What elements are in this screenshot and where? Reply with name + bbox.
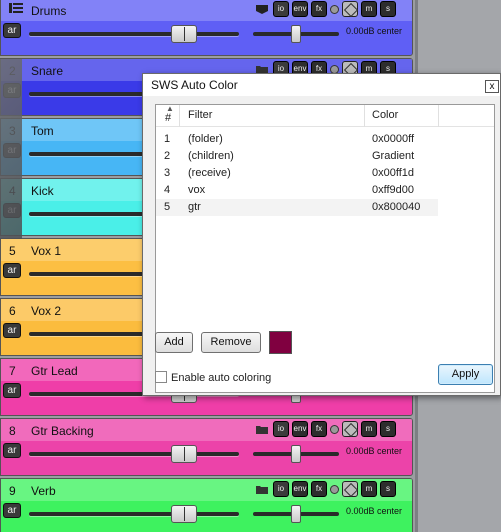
volume-fader-knob[interactable]: [170, 25, 197, 43]
filter-row[interactable]: 4 vox 0xff9d00: [156, 182, 438, 199]
mute-button[interactable]: m: [361, 421, 377, 437]
volume-pan-readout: 0.00dB center: [346, 446, 403, 456]
track-name[interactable]: Drums: [31, 4, 66, 18]
phase-invert-button[interactable]: [342, 481, 358, 497]
folder-state-icon[interactable]: [255, 3, 269, 15]
volume-fader[interactable]: [29, 25, 239, 43]
row-color: 0x800040: [372, 201, 421, 213]
pan-knob[interactable]: [291, 25, 301, 43]
track-8[interactable]: 8 Gtr Backing ar 0.00dB center io env fx m s: [0, 418, 413, 476]
track-name[interactable]: Vox 2: [31, 304, 61, 318]
phase-invert-button[interactable]: [342, 1, 358, 17]
track-number: 5: [9, 244, 16, 258]
dialog-titlebar[interactable]: SWS Auto Color x: [143, 74, 500, 96]
automation-arm-button[interactable]: ar: [3, 503, 21, 518]
automation-arm-button[interactable]: ar: [3, 23, 21, 38]
track-name[interactable]: Gtr Backing: [31, 424, 94, 438]
track-name[interactable]: Kick: [31, 184, 54, 198]
filter-row[interactable]: 5 gtr 0x800040: [156, 199, 438, 216]
envelope-button[interactable]: env: [292, 481, 308, 497]
row-number: 5: [164, 201, 171, 213]
envelope-button[interactable]: env: [292, 421, 308, 437]
volume-fader-knob[interactable]: [170, 445, 197, 463]
solo-button[interactable]: s: [380, 481, 396, 497]
enable-auto-coloring-label[interactable]: Enable auto coloring: [171, 372, 271, 384]
envelope-button[interactable]: env: [292, 1, 308, 17]
automation-arm-button[interactable]: ar: [3, 443, 21, 458]
pan-slider[interactable]: [253, 445, 339, 463]
pan-knob[interactable]: [291, 445, 301, 463]
fx-button[interactable]: fx: [311, 1, 327, 17]
track-9[interactable]: 9 Verb ar 0.00dB center io env fx m s: [0, 478, 413, 532]
solo-button[interactable]: s: [380, 1, 396, 17]
pan-slider[interactable]: [253, 505, 339, 523]
add-button[interactable]: Add: [155, 332, 193, 353]
pan-knob[interactable]: [291, 505, 301, 523]
dialog-title: SWS Auto Color: [151, 78, 238, 92]
mute-button[interactable]: m: [361, 481, 377, 497]
track-name[interactable]: Gtr Lead: [31, 364, 78, 378]
volume-pan-readout: 0.00dB center: [346, 26, 403, 36]
filter-row[interactable]: 1 (folder) 0x0000ff: [156, 131, 438, 148]
mute-button[interactable]: m: [361, 1, 377, 17]
fx-button[interactable]: fx: [311, 481, 327, 497]
close-button[interactable]: x: [485, 80, 499, 93]
folder-state-icon[interactable]: [255, 483, 269, 495]
row-color: Gradient: [372, 150, 415, 162]
sws-auto-color-dialog: SWS Auto Color x ▲ # Filter Color 1 (fold…: [142, 73, 501, 396]
routing-io-button[interactable]: io: [273, 1, 289, 17]
row-filter: (children): [188, 150, 234, 162]
apply-button[interactable]: Apply: [438, 364, 493, 385]
reaper-window: Drumsar0.00dB centerioenvfxms2Snarear0.0…: [0, 0, 501, 532]
track-number: 9: [9, 484, 16, 498]
row-filter: vox: [188, 184, 206, 196]
record-arm-button[interactable]: [330, 4, 339, 14]
row-number: 1: [164, 133, 171, 145]
routing-io-button[interactable]: io: [273, 481, 289, 497]
volume-fader[interactable]: [29, 445, 239, 463]
filter-row[interactable]: 3 (receive) 0x00ff1d: [156, 165, 438, 182]
track-name[interactable]: Vox 1: [31, 244, 61, 258]
volume-fader-knob[interactable]: [170, 505, 197, 523]
record-arm-button[interactable]: [330, 424, 339, 434]
row-color: 0x00ff1d: [372, 167, 415, 179]
automation-arm-button[interactable]: ar: [3, 323, 21, 338]
row-filter: (receive): [188, 167, 231, 179]
volume-fader[interactable]: [29, 505, 239, 523]
column-header-color[interactable]: Color: [372, 109, 398, 121]
row-number: 4: [164, 184, 171, 196]
column-header-num[interactable]: #: [165, 112, 171, 124]
record-arm-button[interactable]: [330, 484, 339, 494]
row-filter: gtr: [188, 201, 201, 213]
folder-state-icon[interactable]: [255, 423, 269, 435]
track-number: 6: [9, 304, 16, 318]
routing-io-button[interactable]: io: [273, 421, 289, 437]
row-number: 2: [164, 150, 171, 162]
track-name[interactable]: Snare: [31, 64, 63, 78]
solo-button[interactable]: s: [380, 421, 396, 437]
automation-arm-button[interactable]: ar: [3, 383, 21, 398]
remove-button[interactable]: Remove: [201, 332, 261, 353]
list-header: ▲ # Filter Color: [156, 104, 494, 127]
row-filter: (folder): [188, 133, 223, 145]
track-1[interactable]: Drums ar 0.00dB center io env fx m s: [0, 0, 413, 56]
row-color: 0x0000ff: [372, 133, 415, 145]
phase-invert-button[interactable]: [342, 421, 358, 437]
pan-slider[interactable]: [253, 25, 339, 43]
track-number: 7: [9, 364, 16, 378]
track-name[interactable]: Tom: [31, 124, 54, 138]
fx-button[interactable]: fx: [311, 421, 327, 437]
folder-indent-strip: [0, 59, 22, 239]
column-header-filter[interactable]: Filter: [188, 109, 212, 121]
track-name[interactable]: Verb: [31, 484, 56, 498]
row-number: 3: [164, 167, 171, 179]
filter-row[interactable]: 2 (children) Gradient: [156, 148, 438, 165]
automation-arm-button[interactable]: ar: [3, 263, 21, 278]
enable-auto-coloring-checkbox[interactable]: [155, 371, 167, 383]
color-swatch-button[interactable]: [269, 331, 292, 354]
track-number: 8: [9, 424, 16, 438]
folder-root-icon[interactable]: [9, 2, 23, 14]
volume-pan-readout: 0.00dB center: [346, 506, 403, 516]
row-color: 0xff9d00: [372, 184, 415, 196]
